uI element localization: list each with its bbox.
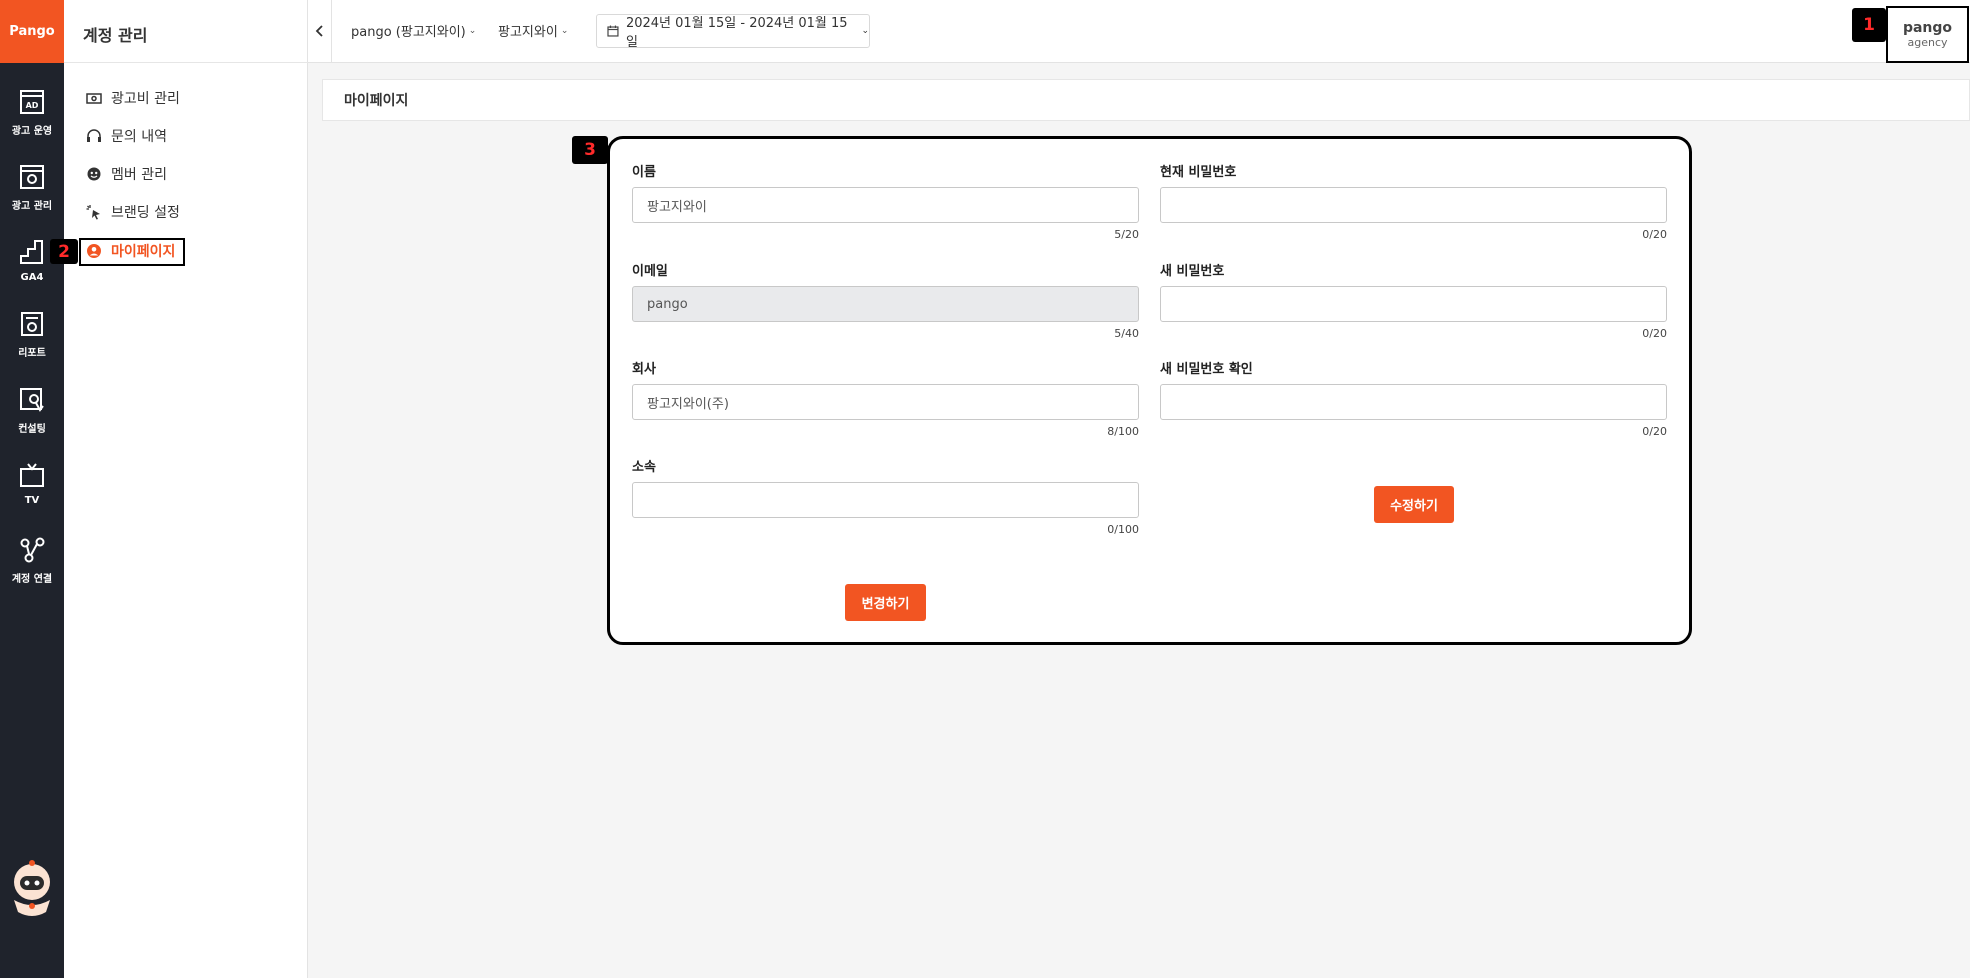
marker-2: 2 [50, 239, 78, 264]
company-label: 회사 [632, 362, 656, 377]
name-field[interactable]: 팡고지와이 [632, 187, 1139, 223]
consulting-icon [20, 388, 44, 412]
collapse-sidebar-button[interactable] [308, 0, 332, 62]
rail-item-ad-operation[interactable]: AD 광고 운영 [0, 88, 64, 137]
ad-settings-icon [20, 165, 44, 189]
company-count: 8/100 [1107, 425, 1139, 438]
account-selector[interactable]: pango (팡고지와이) ⌄ [351, 21, 476, 40]
rail-label: TV [24, 495, 40, 506]
email-field: pango [632, 286, 1139, 322]
rail-label: 계정 연결 [11, 574, 53, 585]
rail-label: 컨설팅 [18, 424, 46, 435]
name-count: 5/20 [1114, 228, 1139, 241]
rail-item-connect-account[interactable]: 계정 연결 [0, 536, 64, 585]
new-password-count: 0/20 [1642, 327, 1667, 340]
sidebar-item-label: 광고비 관리 [111, 91, 180, 107]
account-name: pango (팡고지와이) [351, 25, 466, 40]
chatbot-icon[interactable] [6, 858, 58, 922]
rail-item-consulting[interactable]: 컨설팅 [0, 386, 64, 435]
confirm-password-label: 새 비밀번호 확인 [1160, 362, 1253, 377]
highlight-box-mypage [79, 238, 185, 266]
user-role: agency [1907, 36, 1948, 49]
change-button[interactable]: 변경하기 [845, 584, 926, 621]
modify-button[interactable]: 수정하기 [1374, 486, 1454, 523]
email-value: pango [647, 296, 688, 312]
logo-text: Pango [9, 24, 55, 39]
report-icon [21, 312, 43, 336]
sidebar-item-members[interactable]: 멤버 관리 [86, 163, 167, 185]
app-rail: Pango AD 광고 운영 광고 관리 GA4 리포트 컨설팅 TV 계정 연… [0, 0, 64, 978]
affiliation-field[interactable] [632, 482, 1139, 518]
user-name: pango [1902, 20, 1953, 36]
ad-icon: AD [20, 90, 44, 114]
chevron-down-icon: ⌄ [861, 26, 869, 36]
sidebar-divider [64, 62, 308, 63]
email-label: 이메일 [632, 264, 668, 279]
sidebar-item-ad-cost[interactable]: 광고비 관리 [86, 87, 180, 109]
headset-icon [86, 128, 102, 144]
name-value: 팡고지와이 [647, 199, 707, 215]
top-bar: pango (팡고지와이) ⌄ 팡고지와이 ⌄ 2024년 01월 15일 - … [308, 0, 1970, 63]
current-password-field[interactable] [1160, 187, 1667, 223]
sidebar-item-label: 브랜딩 설정 [111, 205, 180, 221]
page-title: 마이페이지 [344, 93, 409, 109]
calendar-icon [607, 25, 619, 37]
page-header: 마이페이지 [322, 79, 1970, 121]
rail-item-ad-management[interactable]: 광고 관리 [0, 163, 64, 212]
rail-label: 광고 운영 [11, 126, 53, 137]
connect-icon [20, 537, 45, 563]
sidebar-item-branding[interactable]: 브랜딩 설정 [86, 201, 180, 223]
marker-3: 3 [572, 136, 608, 164]
sidebar-title: 계정 관리 [83, 26, 148, 45]
money-icon [86, 90, 102, 106]
rail-item-report[interactable]: 리포트 [0, 310, 64, 359]
new-password-label: 새 비밀번호 [1160, 264, 1225, 279]
email-count: 5/40 [1114, 327, 1139, 340]
member-icon [86, 166, 102, 182]
brand-name: 팡고지와이 [498, 25, 558, 40]
branding-icon [86, 204, 102, 220]
profile-form-card: 이름 팡고지와이 5/20 이메일 pango 5/40 회사 팡고지와이(주)… [607, 136, 1692, 645]
affiliation-count: 0/100 [1107, 523, 1139, 536]
current-password-label: 현재 비밀번호 [1160, 165, 1237, 180]
marker-1: 1 [1852, 8, 1886, 42]
date-range-text: 2024년 01월 15일 - 2024년 01월 15일 [625, 16, 848, 50]
affiliation-label: 소속 [632, 460, 656, 475]
rail-label: GA4 [20, 272, 44, 283]
rail-label: 광고 관리 [11, 201, 53, 212]
name-label: 이름 [632, 165, 656, 180]
sidebar-item-inquiries[interactable]: 문의 내역 [86, 125, 167, 147]
company-field[interactable]: 팡고지와이(주) [632, 384, 1139, 420]
chevron-down-icon: ⌄ [468, 25, 477, 36]
tv-icon [20, 463, 44, 487]
company-value: 팡고지와이(주) [647, 396, 729, 412]
pango-logo[interactable]: Pango [0, 0, 64, 63]
user-menu[interactable]: pango agency [1886, 6, 1969, 63]
current-password-count: 0/20 [1642, 228, 1667, 241]
analytics-icon [20, 240, 43, 264]
svg-text:AD: AD [26, 101, 39, 110]
new-password-field[interactable] [1160, 286, 1667, 322]
sidebar-item-label: 문의 내역 [111, 129, 167, 145]
sidebar-item-label: 멤버 관리 [111, 167, 167, 183]
chevron-left-icon [315, 25, 323, 37]
date-range-picker[interactable]: 2024년 01월 15일 - 2024년 01월 15일 ⌄ [596, 14, 870, 50]
settings-sidebar: 계정 관리 광고비 관리 문의 내역 멤버 관리 브랜딩 설정 마이페이지 [64, 0, 308, 978]
confirm-password-count: 0/20 [1642, 425, 1667, 438]
brand-selector[interactable]: 팡고지와이 ⌄ [498, 21, 568, 40]
chevron-down-icon: ⌄ [560, 25, 569, 36]
rail-item-tv[interactable]: TV [0, 461, 64, 506]
rail-label: 리포트 [18, 348, 46, 359]
confirm-password-field[interactable] [1160, 384, 1667, 420]
